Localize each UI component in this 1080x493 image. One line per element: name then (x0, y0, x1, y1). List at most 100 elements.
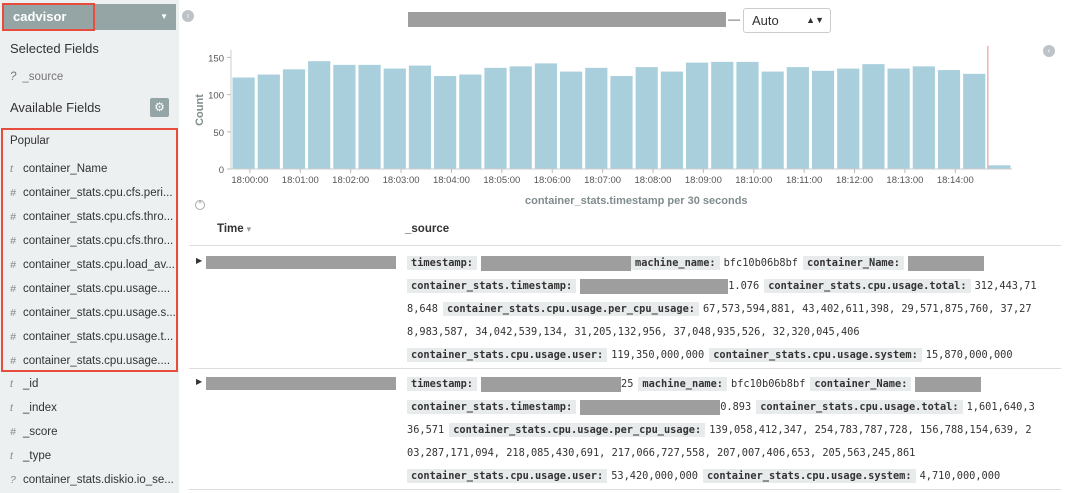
histogram-bar (509, 66, 532, 169)
gear-icon[interactable]: ⚙ (150, 98, 169, 117)
histogram-bar (459, 74, 482, 169)
time-value-redacted (206, 256, 396, 269)
field-item[interactable]: # container_stats.cpu.usage.... (10, 355, 170, 375)
field-item[interactable]: t container_Name (10, 163, 107, 183)
histogram-bar (434, 76, 457, 169)
field-item[interactable]: # container_stats.cpu.usage.... (10, 283, 170, 303)
expand-chart-icon[interactable]: ^ (195, 200, 205, 210)
x-tick-label: 18:01:00 (282, 175, 319, 186)
field-item-source[interactable]: ? _source (10, 71, 63, 83)
field-item[interactable]: ? container_stats.diskio.io_se... (10, 474, 174, 493)
field-item[interactable]: # _score (10, 426, 58, 446)
time-header-label: Time (217, 223, 244, 235)
x-tick-label: 18:05:00 (483, 175, 520, 186)
x-tick-label: 18:06:00 (534, 175, 571, 186)
field-type-icon: # (10, 187, 16, 199)
available-fields-title: Available Fields (10, 100, 101, 115)
field-value: 1.076 (728, 280, 760, 292)
source-line: timestamp: machine_name: bfc10b06b8bf conta… (407, 252, 1057, 275)
redacted-value (908, 255, 984, 271)
field-type-icon: t (10, 450, 13, 462)
x-tick-label: 18:07:00 (584, 175, 621, 186)
source-line: timestamp: 25 machine_name: bfc10b06b8bf con… (407, 373, 1057, 396)
expand-row-icon[interactable]: ▶ (196, 256, 202, 265)
source-line: 8,983,587, 34,042,539,134, 31,205,132,95… (407, 321, 1057, 344)
field-name: container_stats.cpu.cfs.thro... (23, 235, 174, 247)
header-divider (189, 245, 1061, 246)
histogram-bar (761, 71, 784, 169)
field-item[interactable]: # container_stats.cpu.load_av... (10, 259, 175, 279)
interval-value: Auto (752, 13, 779, 28)
histogram-bar (282, 69, 306, 169)
y-tick-label: 100 (208, 91, 224, 102)
field-key: machine_name: (631, 256, 720, 270)
redacted-value (580, 399, 721, 415)
field-item[interactable]: # container_stats.cpu.usage.s... (10, 307, 176, 327)
expand-row-icon[interactable]: ▶ (196, 377, 202, 386)
field-key: container_stats.cpu.usage.user: (407, 348, 608, 362)
x-tick-label: 18:00:00 (231, 175, 268, 186)
source-line: 03,287,171,094, 218,085,430,691, 217,066… (407, 442, 1057, 465)
histogram-bar (988, 165, 1011, 169)
histogram-bar (333, 64, 356, 169)
source-line: container_stats.timestamp: 0.893 container… (407, 396, 1057, 419)
field-item[interactable]: # container_stats.cpu.cfs.thro... (10, 211, 173, 231)
histogram-bar (358, 64, 381, 169)
x-tick-label: 18:08:00 (634, 175, 671, 186)
field-key: container_stats.cpu.usage.total: (756, 400, 963, 414)
x-tick-label: 18:03:00 (383, 175, 420, 186)
range-separator: — (728, 12, 740, 26)
field-name: container_stats.cpu.cfs.thro... (23, 211, 174, 223)
field-key: timestamp: (407, 256, 477, 270)
field-value: 03,287,171,094, 218,085,430,691, 217,066… (407, 447, 916, 459)
document-source: timestamp: machine_name: bfc10b06b8bf conta… (407, 252, 1057, 367)
field-item[interactable]: # container_stats.cpu.cfs.peri... (10, 187, 173, 207)
histogram-bar (811, 70, 835, 169)
field-value: 8,983,587, 34,042,539,134, 31,205,132,95… (407, 326, 860, 338)
sort-icon[interactable]: ▾ (247, 224, 252, 234)
histogram-bar (610, 76, 633, 169)
histogram-bar (560, 71, 583, 169)
chevron-down-icon: ▼ (160, 12, 168, 21)
redacted-value (481, 255, 631, 271)
field-type-icon: t (10, 378, 13, 390)
source-line: container_stats.cpu.usage.user: 119,350,0… (407, 344, 1057, 367)
field-type-icon: # (10, 283, 16, 295)
time-column-header[interactable]: Time ▾ (217, 223, 251, 235)
x-tick-label: 18:14:00 (937, 175, 974, 186)
field-item[interactable]: # container_stats.cpu.cfs.thro... (10, 235, 173, 255)
histogram-chart[interactable]: Count 0 50 100 150 18:00:00 18:01:00 18:02:00 18… (179, 40, 1049, 190)
field-sidebar: cadvisor ▼ Selected Fields ? _source Avai… (0, 0, 179, 493)
field-item[interactable]: # container_stats.cpu.usage.t... (10, 331, 173, 351)
collapse-chart-icon[interactable]: ‹ (1043, 45, 1055, 57)
histogram-bar (635, 67, 658, 169)
redacted-value (481, 376, 621, 392)
interval-select[interactable]: Auto ▲▼ (743, 8, 831, 33)
field-key: container_Name: (810, 377, 912, 391)
field-type-icon: t (10, 402, 13, 414)
histogram-bar (837, 68, 860, 169)
field-item[interactable]: t _index (10, 402, 57, 422)
field-value: 139,058,412,347, 254,783,787,728, 156,78… (709, 424, 1032, 436)
field-key: container_stats.timestamp: (407, 279, 577, 293)
histogram-bar (736, 61, 759, 169)
field-name: container_stats.cpu.load_av... (23, 259, 175, 271)
field-name: container_stats.cpu.cfs.peri... (23, 187, 173, 199)
histogram-bar (963, 73, 986, 169)
field-value: bfc10b06b8bf (731, 378, 806, 390)
field-key: container_Name: (803, 256, 904, 270)
field-name: container_stats.cpu.usage.... (23, 355, 171, 367)
selected-fields-title: Selected Fields (10, 41, 99, 56)
field-item[interactable]: t _id (10, 378, 38, 398)
field-key: container_stats.timestamp: (407, 400, 577, 414)
histogram-bar (383, 68, 406, 169)
field-item[interactable]: t _type (10, 450, 51, 470)
field-value: 67,573,594,881, 43,402,611,398, 29,571,8… (702, 303, 1032, 315)
field-key: machine_name: (638, 377, 727, 391)
x-tick-label: 18:02:00 (332, 175, 369, 186)
source-line: 8,648 container_stats.cpu.usage.per_cpu_u… (407, 298, 1057, 321)
field-name: container_stats.cpu.usage.... (23, 283, 171, 295)
collapse-sidebar-icon[interactable]: ‹ (182, 10, 194, 22)
document-source: timestamp: 25 machine_name: bfc10b06b8bf con… (407, 373, 1057, 488)
field-type-icon: # (10, 235, 16, 247)
